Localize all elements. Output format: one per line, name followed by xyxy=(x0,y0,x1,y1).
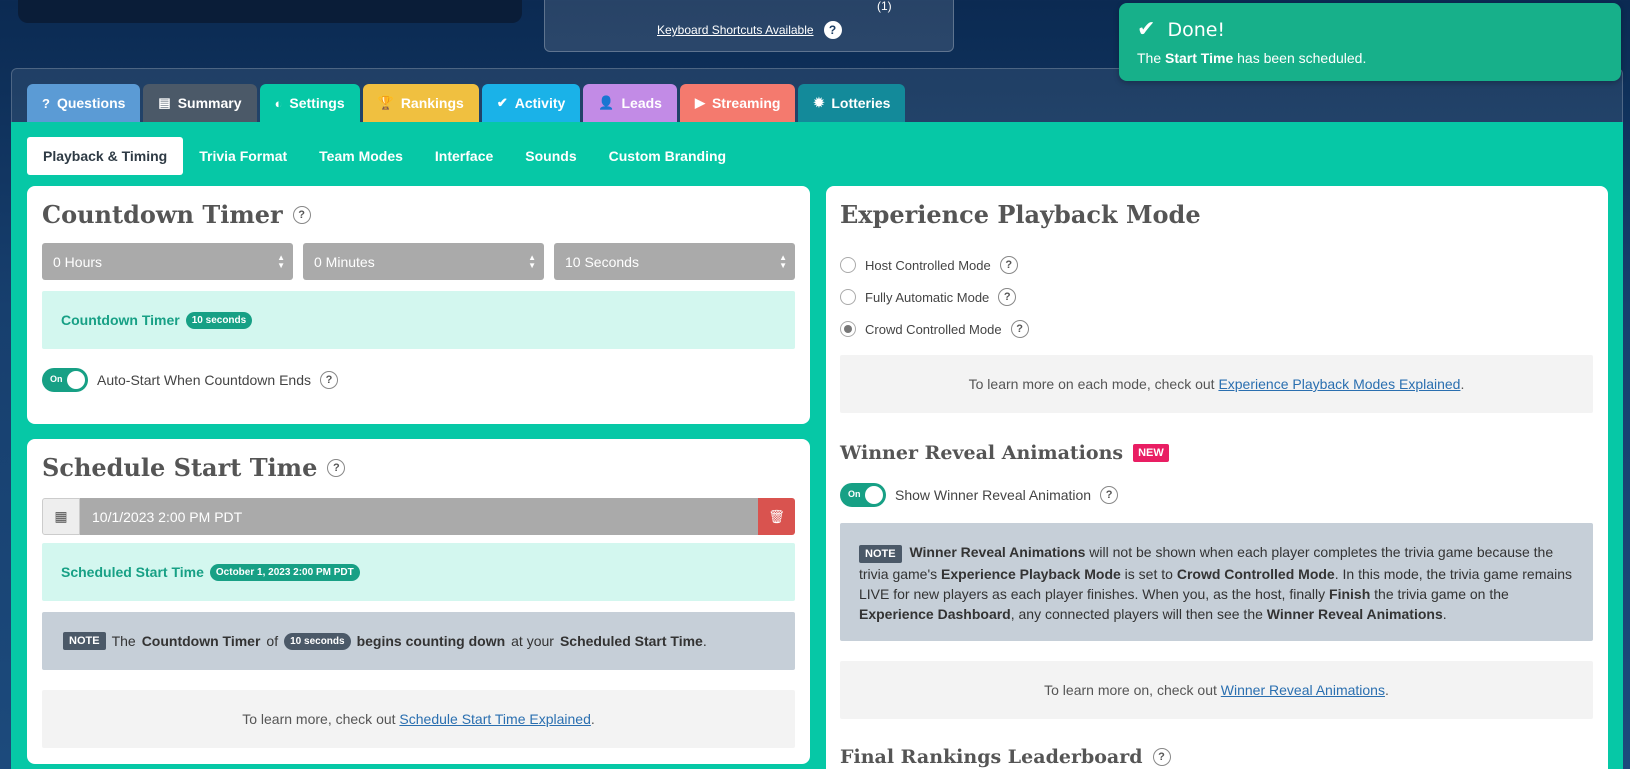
top-left-panel xyxy=(18,0,522,23)
subtab-trivia-format[interactable]: Trivia Format xyxy=(183,137,303,175)
help-icon[interactable]: ? xyxy=(1100,486,1119,504)
schedule-value-badge: October 1, 2023 2:00 PM PDT xyxy=(209,563,360,581)
help-icon[interactable]: ? xyxy=(327,458,346,477)
help-icon[interactable]: ? xyxy=(292,205,311,224)
tab-label: Lotteries xyxy=(831,95,891,111)
help-icon[interactable]: ? xyxy=(823,21,842,39)
help-icon[interactable]: ? xyxy=(1152,748,1171,766)
select-arrows-icon: ▲ ▼ xyxy=(779,253,787,270)
schedule-explained-link[interactable]: Schedule Start Time Explained xyxy=(399,711,590,727)
seconds-select[interactable]: 10 Seconds ▲ ▼ xyxy=(554,243,795,280)
radio-button[interactable] xyxy=(840,257,856,273)
playback-mode-option[interactable]: Crowd Controlled Mode? xyxy=(840,320,1029,338)
subtab-interface[interactable]: Interface xyxy=(419,137,509,175)
winner-learn-more: To learn more on, check out Winner Revea… xyxy=(840,661,1593,719)
winner-reveal-link[interactable]: Winner Reveal Animations xyxy=(1221,682,1385,698)
auto-start-label: Auto-Start When Countdown Ends xyxy=(97,372,312,388)
minutes-select[interactable]: 0 Minutes ▲ ▼ xyxy=(303,243,544,280)
auto-start-toggle[interactable]: On xyxy=(42,368,88,392)
countdown-title: Countdown Timer ? xyxy=(42,200,311,229)
tab-label: Streaming xyxy=(711,95,781,111)
playback-mode-label: Fully Automatic Mode xyxy=(865,289,990,305)
start-time-field[interactable]: 10/1/2023 2:00 PM PDT xyxy=(80,498,758,535)
toast-title: Done! xyxy=(1167,18,1226,41)
tab-rankings[interactable]: 🏆 Rankings xyxy=(362,84,479,122)
subtab-team-modes[interactable]: Team Modes xyxy=(303,137,419,175)
toast-message: The Start Time has been scheduled. xyxy=(1137,50,1367,66)
winner-reveal-title: Winner Reveal Animations NEW xyxy=(840,442,1169,464)
gear-icon: ✹ xyxy=(813,95,825,110)
keyboard-shortcuts-link[interactable]: Keyboard Shortcuts Available xyxy=(657,23,814,37)
tab-streaming[interactable]: ▶ Streaming xyxy=(679,84,796,122)
tab-label: Activity xyxy=(514,95,566,111)
toggle-icon: ◐ xyxy=(274,95,283,111)
schedule-note: NOTE The Countdown Timer of 10 seconds b… xyxy=(42,612,795,670)
playback-mode-option[interactable]: Fully Automatic Mode? xyxy=(840,288,1017,306)
radio-button[interactable] xyxy=(840,321,856,337)
tab-label: Questions xyxy=(56,95,126,111)
hours-select[interactable]: 0 Hours ▲ ▼ xyxy=(42,243,293,280)
help-icon[interactable]: ? xyxy=(999,256,1018,274)
countdown-summary: Countdown Timer 10 seconds xyxy=(42,291,795,349)
leaderboard-title: Final Rankings Leaderboard ? xyxy=(840,746,1171,768)
schedule-summary: Scheduled Start Time October 1, 2023 2:0… xyxy=(42,543,795,601)
playback-modes-link[interactable]: Experience Playback Modes Explained xyxy=(1218,376,1460,392)
calendar-icon[interactable]: ▦ xyxy=(42,498,80,535)
select-arrows-icon: ▲ ▼ xyxy=(277,253,285,270)
note-badge: NOTE xyxy=(859,545,902,563)
playback-mode-label: Crowd Controlled Mode xyxy=(865,321,1002,337)
main-tabs: ? Questions ▤ Summary ◐ Settings 🏆 Rankings ✔ Act… xyxy=(27,84,906,122)
start-time-input-group: ▦ 10/1/2023 2:00 PM PDT 🗑 xyxy=(42,498,795,535)
countdown-value-badge: 10 seconds xyxy=(185,311,253,329)
note-badge: NOTE xyxy=(63,632,106,650)
subtab-sounds[interactable]: Sounds xyxy=(509,137,592,175)
playback-title: Experience Playback Mode xyxy=(840,200,1201,229)
tab-lotteries[interactable]: ✹ Lotteries xyxy=(798,84,906,122)
help-icon[interactable]: ? xyxy=(320,371,339,389)
question-icon: ? xyxy=(42,95,50,111)
subtab-custom-branding[interactable]: Custom Branding xyxy=(593,137,742,175)
winner-reveal-note: NOTE Winner Reveal Animations will not b… xyxy=(840,523,1593,641)
tab-activity[interactable]: ✔ Activity xyxy=(481,84,581,122)
tab-label: Summary xyxy=(177,95,242,111)
success-toast[interactable]: ✔ Done! The Start Time has been schedule… xyxy=(1119,3,1621,81)
subtab-playback-timing[interactable]: Playback & Timing xyxy=(27,137,184,175)
playback-learn-more: To learn more on each mode, check out Ex… xyxy=(840,355,1593,413)
check-circle-icon: ✔ xyxy=(496,95,508,110)
tab-leads[interactable]: 👤 Leads xyxy=(583,84,677,122)
new-badge: NEW xyxy=(1133,444,1169,462)
playback-mode-label: Host Controlled Mode xyxy=(865,257,991,273)
playback-mode-option[interactable]: Host Controlled Mode? xyxy=(840,256,1018,274)
schedule-title: Schedule Start Time ? xyxy=(42,453,346,482)
winner-reveal-toggle-label: Show Winner Reveal Animation xyxy=(895,487,1092,503)
keyboard-shortcuts-panel: (1) Keyboard Shortcuts Available ? xyxy=(544,0,954,52)
radio-button[interactable] xyxy=(840,289,856,305)
trash-icon[interactable]: 🗑 xyxy=(758,498,795,535)
schedule-learn-more: To learn more, check out Schedule Start … xyxy=(42,690,795,748)
sub-tabs: Playback & Timing Trivia Format Team Modes… xyxy=(27,137,742,175)
help-icon[interactable]: ? xyxy=(1010,320,1029,338)
tab-summary[interactable]: ▤ Summary xyxy=(143,84,257,122)
select-arrows-icon: ▲ ▼ xyxy=(528,253,536,270)
list-icon: ▤ xyxy=(158,95,171,110)
tab-label: Rankings xyxy=(400,95,464,111)
trophy-icon: 🏆 xyxy=(377,95,394,110)
video-icon: ▶ xyxy=(694,95,705,110)
tab-label: Settings xyxy=(289,95,345,111)
winner-reveal-toggle[interactable]: On xyxy=(840,483,886,507)
tab-settings[interactable]: ◐ Settings xyxy=(259,84,360,122)
check-icon: ✔ xyxy=(1137,17,1156,42)
user-icon: 👤 xyxy=(598,95,615,110)
tab-label: Leads xyxy=(621,95,662,111)
paren-count: (1) xyxy=(877,0,892,13)
help-icon[interactable]: ? xyxy=(998,288,1017,306)
tab-questions[interactable]: ? Questions xyxy=(27,84,141,122)
